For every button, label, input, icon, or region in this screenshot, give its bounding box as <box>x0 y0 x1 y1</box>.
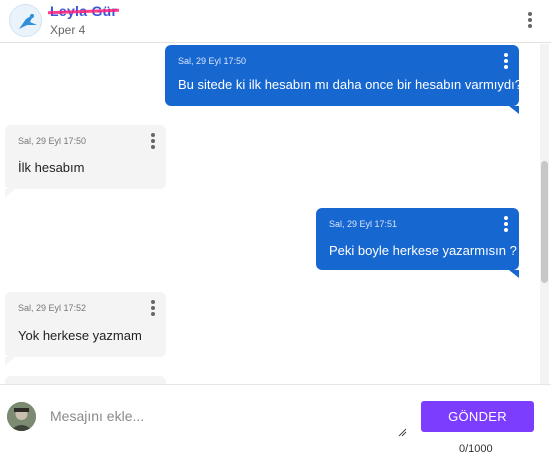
message-text: Yok herkese yazmam <box>18 328 142 343</box>
message-bubble-outgoing: Sal, 29 Eyl 17:50 Bu sitede ki ilk hesab… <box>165 45 522 106</box>
bubble-tail <box>5 357 15 365</box>
resize-grip-icon[interactable] <box>398 428 407 437</box>
message-bubble-incoming: Sal, 29 Eyl 17:52 Yok herkese yazmam <box>5 292 166 357</box>
message-menu-icon[interactable] <box>146 299 160 317</box>
scrollbar-thumb[interactable] <box>541 161 548 283</box>
message-timestamp: Sal, 29 Eyl 17:52 <box>18 303 87 313</box>
message-menu-icon[interactable] <box>499 215 513 233</box>
message-timestamp: Sal, 29 Eyl 17:51 <box>329 219 398 229</box>
message-bubble-incoming-partial <box>5 376 166 384</box>
message-bubble-outgoing: Sal, 29 Eyl 17:51 Peki boyle herkese yaz… <box>316 208 519 270</box>
contact-avatar[interactable] <box>9 4 42 37</box>
message-text: Peki boyle herkese yazarmısın ? <box>329 243 517 258</box>
contact-level: Xper 4 <box>50 23 86 37</box>
message-input[interactable] <box>42 398 408 438</box>
bubble-tail <box>5 189 15 197</box>
message-bubble-incoming: Sal, 29 Eyl 17:50 İlk hesabım <box>5 125 166 189</box>
message-scrollbar[interactable] <box>540 44 549 384</box>
contact-name[interactable]: Leyla Gür <box>50 3 117 19</box>
message-list: Sal, 29 Eyl 17:50 Bu sitede ki ilk hesab… <box>0 44 551 384</box>
bubble-tail <box>509 106 519 114</box>
message-timestamp: Sal, 29 Eyl 17:50 <box>178 56 247 66</box>
header-menu-icon[interactable] <box>523 11 537 29</box>
character-counter: 0/1000 <box>459 443 493 455</box>
user-avatar <box>7 402 36 431</box>
message-text: Bu sitede ki ilk hesabın mı daha once bi… <box>178 77 522 92</box>
chat-header: Leyla Gür Xper 4 <box>0 0 551 43</box>
message-menu-icon[interactable] <box>499 52 513 70</box>
send-button[interactable]: GÖNDER <box>421 401 534 432</box>
message-text: İlk hesabım <box>18 160 85 175</box>
message-timestamp: Sal, 29 Eyl 17:50 <box>18 136 87 146</box>
bubble-tail <box>509 270 519 278</box>
message-menu-icon[interactable] <box>146 132 160 150</box>
